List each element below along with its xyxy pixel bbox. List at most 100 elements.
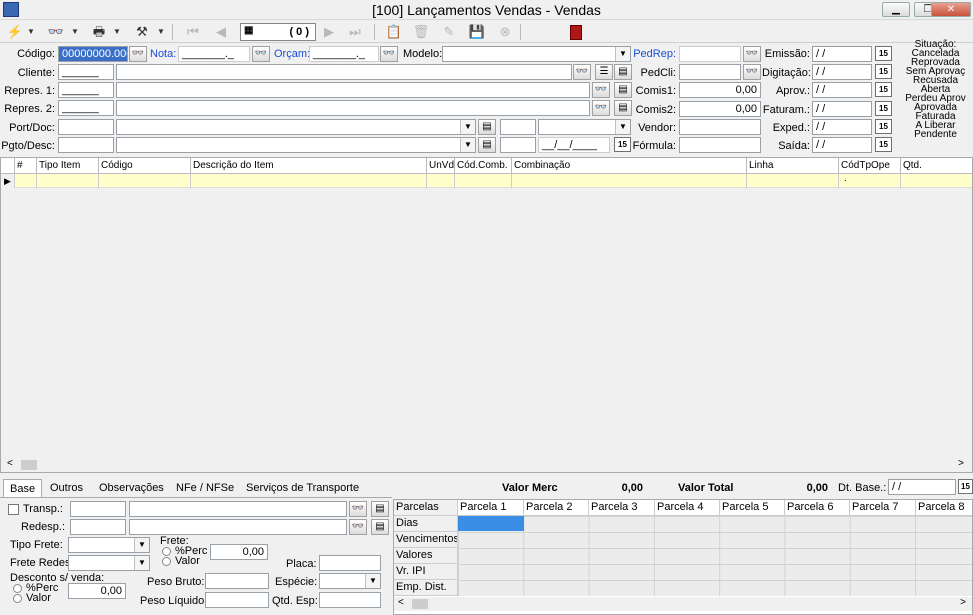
pgtodesc-extra-field[interactable] [500, 137, 536, 153]
desconto-perc-radio[interactable] [13, 584, 22, 593]
new-record-icon[interactable]: 📋 [384, 23, 404, 41]
pedcli-search-icon[interactable]: 👓 [743, 64, 761, 80]
repres1-code-field[interactable]: ______ [58, 82, 114, 98]
grid-header-cell[interactable]: Tipo Item [37, 158, 99, 174]
table-cell[interactable] [901, 174, 972, 188]
frete-valor-radio[interactable] [162, 557, 171, 566]
grid-header-cell[interactable]: # [15, 158, 37, 174]
portdoc-extra-select[interactable]: ▼ [538, 119, 631, 135]
filter-icon[interactable]: ⚡ [4, 23, 26, 41]
previous-record-icon[interactable]: ◀ [212, 23, 230, 41]
items-grid[interactable]: # Tipo Item Código Descrição do Item UnV… [0, 157, 973, 473]
close-button[interactable]: ✕ [931, 2, 971, 17]
table-cell[interactable] [455, 174, 512, 188]
exped-field[interactable]: / / [812, 119, 872, 135]
scroll-right-icon[interactable]: > [960, 597, 966, 608]
scroll-left-icon[interactable]: < [7, 458, 13, 469]
repres2-name-field[interactable] [116, 100, 590, 116]
tools-icon[interactable]: ⚒ [132, 23, 152, 41]
tab-base[interactable]: Base [3, 479, 43, 498]
cliente-code-field[interactable]: ______ [58, 64, 114, 80]
modelo-select[interactable]: ▼ [442, 46, 631, 62]
cancel-icon[interactable]: ⊗ [496, 23, 514, 41]
table-cell[interactable] [99, 174, 191, 188]
transp-checkbox[interactable] [8, 504, 19, 515]
table-cell[interactable]: . [839, 174, 901, 188]
codigo-search-icon[interactable]: 👓 [129, 46, 147, 62]
orcam-field[interactable]: _______._ [309, 46, 379, 62]
pedcli-field[interactable] [679, 64, 741, 80]
repres1-search-icon[interactable]: 👓 [592, 82, 610, 98]
table-cell[interactable] [747, 174, 839, 188]
qtd-esp-field[interactable] [319, 592, 381, 608]
edit-icon[interactable]: ✎ [440, 23, 458, 41]
calendar-icon[interactable]: 15 [875, 46, 892, 61]
table-cell[interactable] [512, 174, 747, 188]
save-icon[interactable]: 💾 [468, 23, 486, 41]
orcam-search-icon[interactable]: 👓 [380, 46, 398, 62]
grid-header-cell[interactable]: Linha [747, 158, 839, 174]
redesp-name-field[interactable] [129, 519, 347, 535]
pgtodesc-date-field[interactable]: __/__/____ [538, 137, 610, 153]
grid-header-cell[interactable]: Combinação [512, 158, 747, 174]
frete-value-field[interactable]: 0,00 [210, 544, 268, 560]
calendar-icon[interactable]: 15 [614, 137, 631, 152]
tab-observacoes[interactable]: Observações [99, 482, 164, 494]
binoculars-icon[interactable]: 👓 [46, 23, 66, 41]
first-record-icon[interactable]: ⏮ [184, 23, 202, 41]
print-dropdown-icon[interactable]: ▼ [112, 23, 122, 41]
tab-servicos-transporte[interactable]: Serviços de Transporte [246, 482, 359, 494]
frete-perc-radio[interactable] [162, 547, 171, 556]
transp-detail-icon[interactable]: ▤ [371, 501, 389, 517]
calendar-icon[interactable]: 15 [875, 101, 892, 116]
peso-bruto-field[interactable] [205, 573, 269, 589]
transp-search-icon[interactable]: 👓 [349, 501, 367, 517]
pgtodesc-code-field[interactable] [58, 137, 114, 153]
grid-header-cell[interactable]: CódTpOpe [839, 158, 901, 174]
portdoc-extra-field[interactable] [500, 119, 536, 135]
calendar-icon[interactable]: 15 [875, 64, 892, 79]
aprov-field[interactable]: / / [812, 82, 872, 98]
saida-field[interactable]: / / [812, 137, 872, 153]
table-cell[interactable] [37, 174, 99, 188]
redesp-code-field[interactable] [70, 519, 126, 535]
grid-header-cell[interactable]: Cód.Comb. [455, 158, 512, 174]
repres2-detail-icon[interactable]: ▤ [614, 100, 632, 116]
filter-dropdown-icon[interactable]: ▼ [26, 23, 36, 41]
nota-search-icon[interactable]: 👓 [252, 46, 270, 62]
printer-icon[interactable]: 🖶 [88, 23, 110, 41]
portdoc-code-field[interactable] [58, 119, 114, 135]
emissao-field[interactable]: / / [812, 46, 872, 62]
tab-outros[interactable]: Outros [50, 482, 83, 494]
nota-field[interactable]: _______._ [178, 46, 250, 62]
desconto-valor-radio[interactable] [13, 594, 22, 603]
table-cell[interactable] [15, 174, 37, 188]
cliente-search-icon[interactable]: 👓 [573, 64, 591, 80]
repres1-name-field[interactable] [116, 82, 590, 98]
codigo-field[interactable]: 00000000.000 [58, 46, 128, 62]
redesp-search-icon[interactable]: 👓 [349, 519, 367, 535]
redesp-detail-icon[interactable]: ▤ [371, 519, 389, 535]
table-cell[interactable] [427, 174, 455, 188]
exit-door-icon[interactable] [568, 23, 584, 41]
cliente-name-field[interactable] [116, 64, 572, 80]
calendar-icon[interactable]: 15 [875, 137, 892, 152]
calendar-icon[interactable]: 15 [875, 119, 892, 134]
grid-header-cell[interactable]: UnVd [427, 158, 455, 174]
repres2-code-field[interactable]: ______ [58, 100, 114, 116]
tools-dropdown-icon[interactable]: ▼ [156, 23, 166, 41]
comis1-field[interactable]: 0,00 [679, 82, 761, 98]
repres1-detail-icon[interactable]: ▤ [614, 82, 632, 98]
pgtodesc-detail-icon[interactable]: ▤ [478, 137, 496, 153]
faturam-field[interactable]: / / [812, 101, 872, 117]
transp-name-field[interactable] [129, 501, 347, 517]
parcelas-grid[interactable]: Parcelas Parcela 1 Parcela 2 Parcela 3 P… [393, 499, 973, 615]
grid-header-cell[interactable]: Código [99, 158, 191, 174]
parcelas-horizontal-scrollbar[interactable]: < > [394, 597, 972, 611]
especie-select[interactable]: ▼ [319, 573, 381, 589]
grid-horizontal-scrollbar[interactable]: < > [3, 458, 970, 472]
pedrep-search-icon[interactable]: 👓 [743, 46, 761, 62]
portdoc-detail-icon[interactable]: ▤ [478, 119, 496, 135]
grid-header-cell[interactable]: Descrição do Item [191, 158, 427, 174]
search-dropdown-icon[interactable]: ▼ [70, 23, 80, 41]
